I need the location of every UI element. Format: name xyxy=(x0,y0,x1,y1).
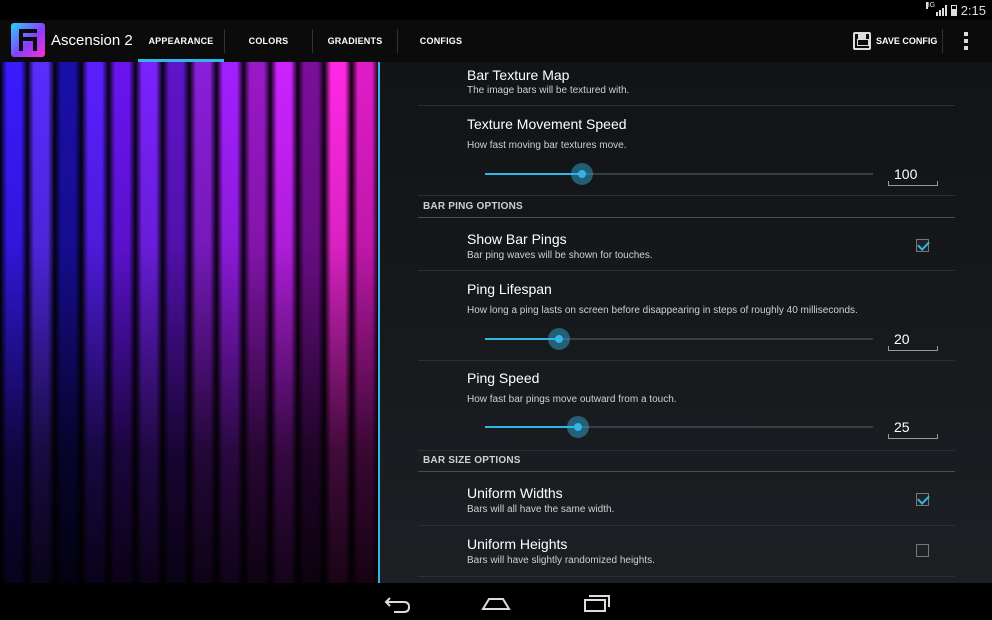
app-icon[interactable] xyxy=(11,23,45,57)
pref-title: Ping Lifespan xyxy=(467,281,552,297)
pref-uniform-widths[interactable]: Uniform Widths Bars will all have the sa… xyxy=(418,474,955,526)
clock: 2:15 xyxy=(960,2,986,18)
save-config-label: SAVE CONFIG xyxy=(876,36,938,46)
battery-icon xyxy=(950,4,957,16)
save-config-button[interactable]: SAVE CONFIG xyxy=(853,20,937,62)
pref-summary: How fast bar pings move outward from a t… xyxy=(467,394,677,405)
pref-summary: How fast moving bar textures move. xyxy=(467,140,627,151)
tab-colors[interactable]: COLORS xyxy=(225,20,312,62)
tab-appearance[interactable]: APPEARANCE xyxy=(138,20,224,62)
tab-label: CONFIGS xyxy=(419,36,463,46)
pref-summary: Bars will have slightly randomized heigh… xyxy=(467,555,655,566)
recent-apps-icon[interactable] xyxy=(582,591,612,613)
wallpaper-preview[interactable] xyxy=(0,62,378,583)
section-header-bar-ping: BAR PING OPTIONS xyxy=(418,198,955,218)
save-icon xyxy=(853,32,871,50)
pref-ping-speed: Ping Speed How fast bar pings move outwa… xyxy=(418,361,955,451)
tab-label: GRADIENTS xyxy=(327,36,383,46)
pref-title: Ping Speed xyxy=(467,370,540,386)
slider-thumb[interactable] xyxy=(578,170,586,178)
pref-summary: The image bars will be textured with. xyxy=(467,85,630,96)
tab-label: COLORS xyxy=(248,36,289,46)
overflow-menu-icon[interactable] xyxy=(963,32,969,50)
ping-lifespan-value[interactable]: 20 xyxy=(888,329,938,351)
settings-list[interactable]: Bar Texture Map The image bars will be t… xyxy=(380,62,992,583)
action-bar: Ascension 2 APPEARANCE COLORS GRADIENTS … xyxy=(0,20,992,62)
show-bar-pings-checkbox[interactable] xyxy=(916,239,929,252)
tab-configs[interactable]: CONFIGS xyxy=(398,20,484,62)
network-type-label: 3G xyxy=(925,1,936,9)
signal-icon: 3G xyxy=(925,1,947,16)
navigation-bar xyxy=(0,583,992,620)
pref-title: Show Bar Pings xyxy=(467,231,567,247)
back-icon[interactable] xyxy=(382,591,412,613)
value-text: 20 xyxy=(894,331,910,347)
tab-gradients[interactable]: GRADIENTS xyxy=(313,20,397,62)
pref-uniform-heights[interactable]: Uniform Heights Bars will have slightly … xyxy=(418,526,955,577)
tab-label: APPEARANCE xyxy=(148,36,214,46)
pref-summary: Bars will all have the same width. xyxy=(467,504,615,515)
pref-title: Bar Texture Map xyxy=(467,67,570,83)
pref-texture-movement-speed: Texture Movement Speed How fast moving b… xyxy=(418,106,955,196)
app-title: Ascension 2 xyxy=(51,32,133,49)
pref-summary: How long a ping lasts on screen before d… xyxy=(467,305,858,316)
section-header-bar-size: BAR SIZE OPTIONS xyxy=(418,452,955,472)
ping-lifespan-slider[interactable] xyxy=(485,328,873,350)
uniform-widths-checkbox[interactable] xyxy=(916,493,929,506)
home-icon[interactable] xyxy=(481,591,511,613)
section-title: BAR PING OPTIONS xyxy=(423,201,523,212)
pref-title: Uniform Widths xyxy=(467,485,563,501)
pref-bar-texture-map[interactable]: Bar Texture Map The image bars will be t… xyxy=(418,62,955,106)
value-text: 100 xyxy=(894,166,918,182)
ping-speed-value[interactable]: 25 xyxy=(888,417,938,439)
pref-title: Texture Movement Speed xyxy=(467,116,627,132)
uniform-heights-checkbox[interactable] xyxy=(916,544,929,557)
value-text: 25 xyxy=(894,419,910,435)
texture-speed-value[interactable]: 100 xyxy=(888,164,938,186)
pref-ping-lifespan: Ping Lifespan How long a ping lasts on s… xyxy=(418,271,955,361)
slider-thumb[interactable] xyxy=(554,335,563,343)
ping-speed-slider[interactable] xyxy=(485,416,873,438)
texture-speed-slider[interactable] xyxy=(485,163,873,185)
pref-show-bar-pings[interactable]: Show Bar Pings Bar ping waves will be sh… xyxy=(418,220,955,271)
pref-title: Uniform Heights xyxy=(467,536,568,552)
section-title: BAR SIZE OPTIONS xyxy=(423,455,521,466)
status-bar: 3G 2:15 xyxy=(0,0,992,20)
pref-summary: Bar ping waves will be shown for touches… xyxy=(467,250,653,261)
